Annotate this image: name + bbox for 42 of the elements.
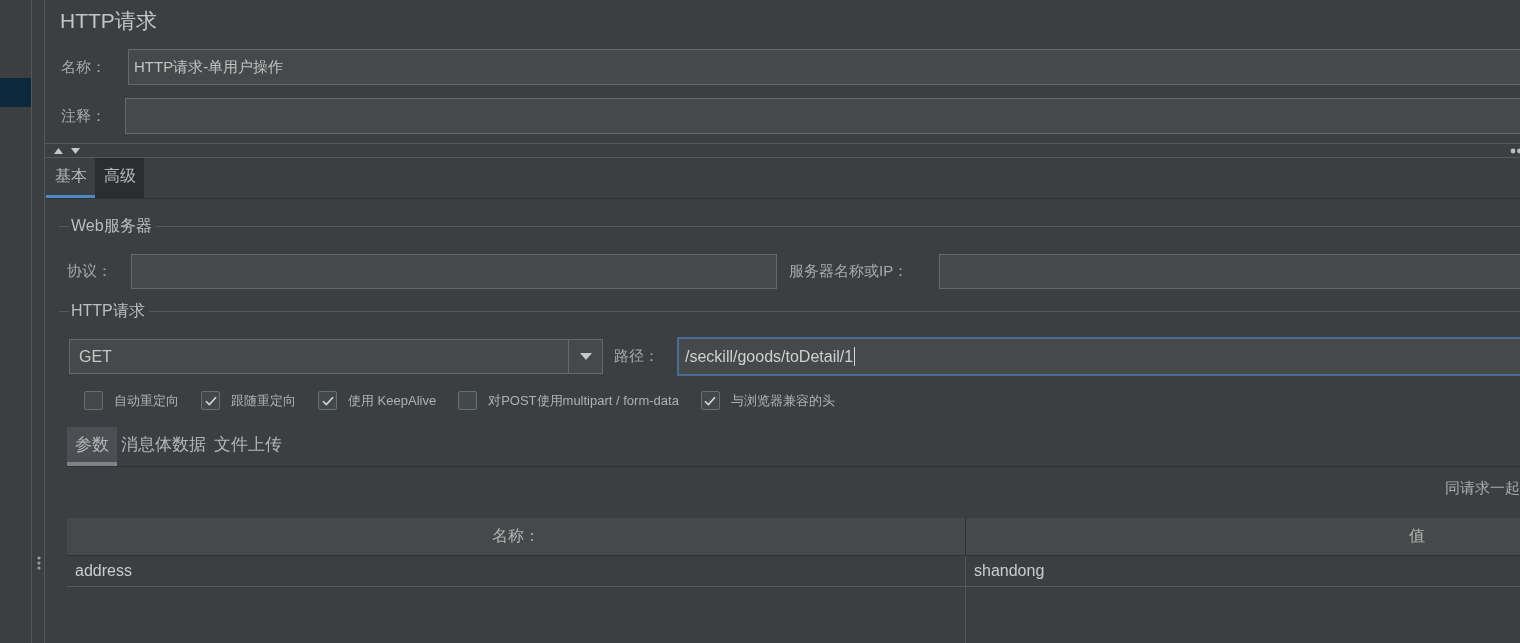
comment-field[interactable] bbox=[125, 98, 1520, 134]
panel-title: HTTP请求 bbox=[60, 8, 158, 34]
checkbox-label[interactable]: 对POST使用multipart / form-data bbox=[488, 391, 679, 410]
field-label: 协议： bbox=[67, 262, 113, 281]
table-caption: 同请求一起 bbox=[1445, 478, 1520, 498]
tab[interactable]: 消息体数据 bbox=[117, 427, 210, 466]
text-cursor-icon bbox=[854, 347, 856, 366]
checkbox[interactable] bbox=[700, 391, 720, 410]
checkbox[interactable] bbox=[84, 391, 103, 410]
caret-down-icon bbox=[579, 353, 592, 360]
column-header[interactable]: 名称： bbox=[67, 518, 966, 555]
tab[interactable]: 高级 bbox=[95, 158, 144, 198]
server-field[interactable] bbox=[939, 254, 1520, 289]
field-label: 名称： bbox=[61, 57, 107, 77]
group-title: Web服务器 bbox=[70, 215, 152, 236]
arrow-up-icon[interactable] bbox=[54, 147, 63, 154]
checkbox-label[interactable]: 跟随重定向 bbox=[231, 391, 296, 410]
checkmark-icon bbox=[704, 395, 717, 406]
method-dropdown[interactable]: GET bbox=[69, 339, 603, 374]
tab[interactable]: 文件上传 bbox=[210, 427, 286, 466]
checkbox[interactable] bbox=[458, 391, 478, 410]
tab[interactable]: 参数 bbox=[67, 427, 117, 466]
field-label: 服务器名称或IP： bbox=[789, 262, 910, 281]
checkbox[interactable] bbox=[318, 391, 337, 410]
checkbox-label[interactable]: 使用 KeepAlive bbox=[348, 391, 437, 410]
table-cell[interactable]: shandong bbox=[966, 556, 1520, 586]
path-field[interactable]: /seckill/goods/toDetail/1 bbox=[677, 337, 1520, 376]
field-label: 路径： bbox=[614, 347, 660, 366]
arrow-down-icon[interactable] bbox=[71, 147, 80, 154]
grip-dots-icon[interactable] bbox=[36, 556, 41, 570]
checkmark-icon bbox=[204, 395, 217, 406]
checkbox-label[interactable]: 自动重定向 bbox=[114, 391, 179, 410]
table-cell[interactable]: address bbox=[67, 556, 966, 586]
checkbox-label[interactable]: 与浏览器兼容的头 bbox=[730, 391, 835, 410]
protocol-field[interactable] bbox=[131, 254, 777, 289]
checkbox[interactable] bbox=[201, 391, 220, 410]
grip-dots-icon[interactable] bbox=[1510, 147, 1520, 154]
field-label: 注释： bbox=[61, 106, 107, 126]
name-field[interactable]: HTTP请求-单用户操作 bbox=[128, 49, 1520, 85]
group-title: HTTP请求 bbox=[70, 300, 145, 321]
checkmark-icon bbox=[321, 395, 334, 406]
column-header[interactable]: 值 bbox=[966, 518, 1520, 555]
